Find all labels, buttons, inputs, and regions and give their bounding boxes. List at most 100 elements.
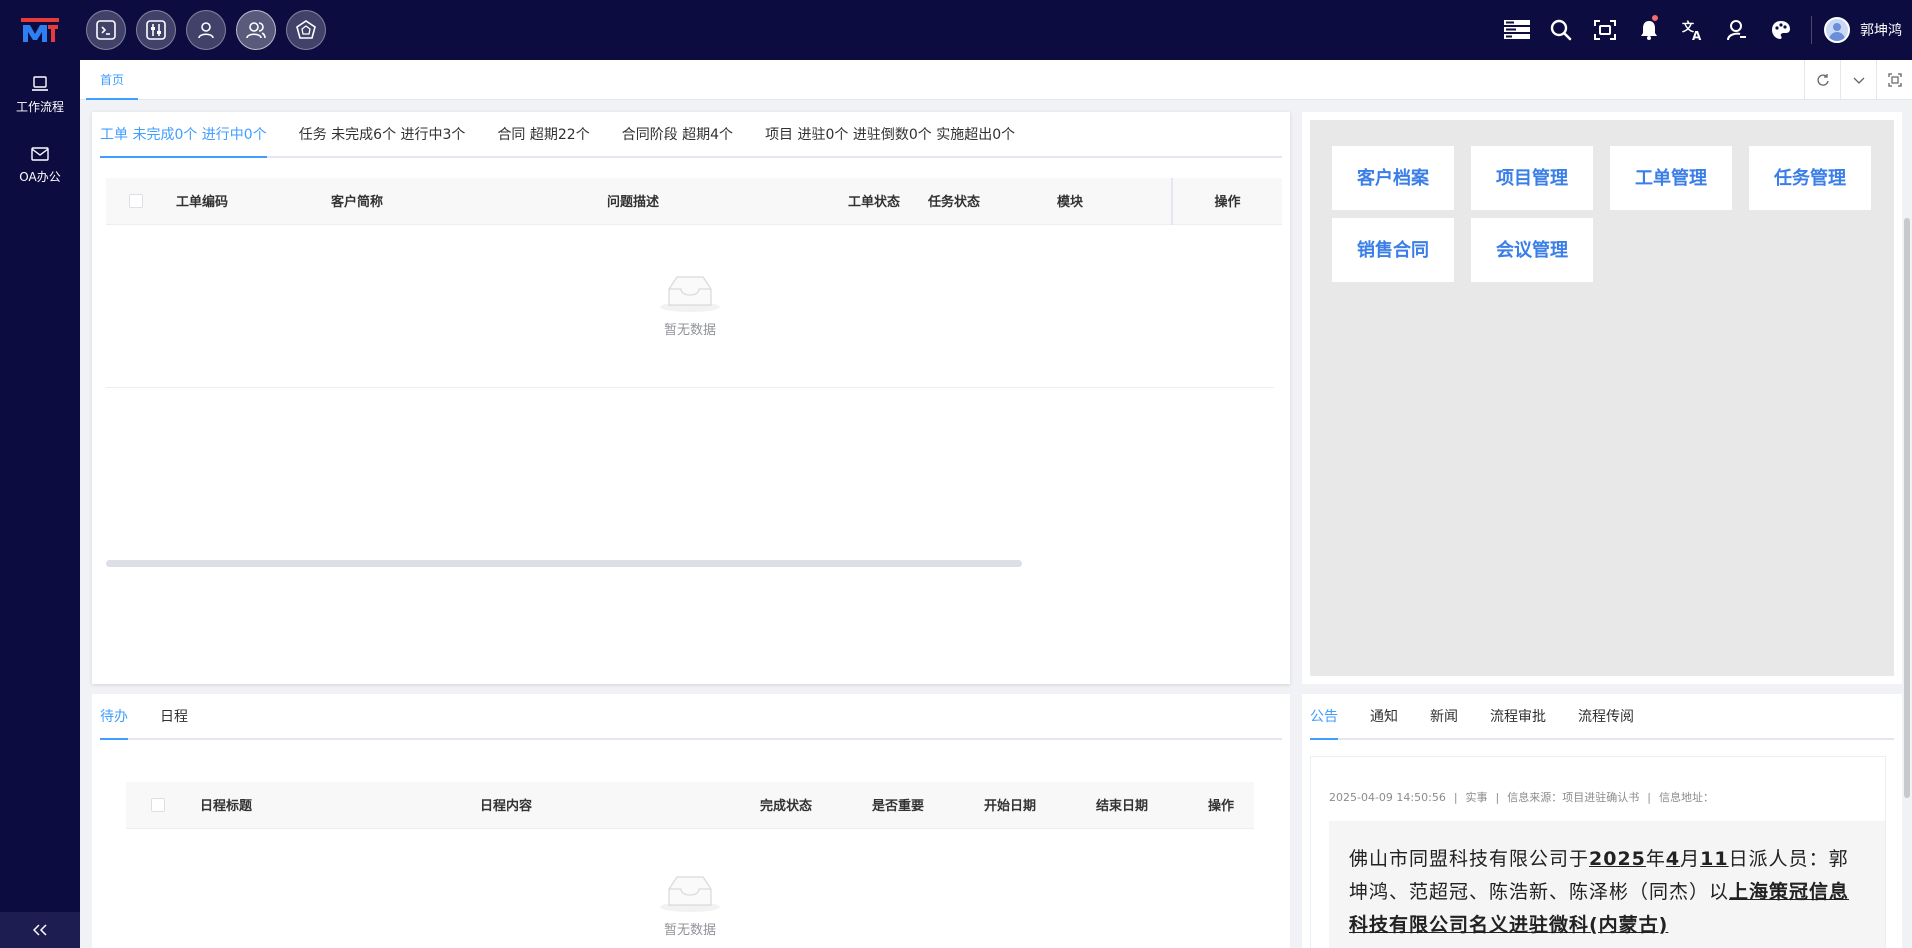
- todo-panel: 待办 日程 日程标题 日程内容 完成状态 是否重要 开始日期 结束日期 操作 暂…: [92, 694, 1290, 948]
- user-menu[interactable]: 郭坤鸿: [1824, 17, 1912, 43]
- expand-icon: [1887, 73, 1902, 87]
- tab-circulation[interactable]: 流程传阅: [1578, 694, 1634, 738]
- quick-links-grid: 客户档案 项目管理 工单管理 任务管理 销售合同 会议管理: [1310, 120, 1894, 676]
- profile-button[interactable]: [1715, 0, 1759, 60]
- notification-dot: [1651, 14, 1659, 22]
- column-header: 结束日期: [1086, 782, 1198, 829]
- work-tabs: 工单 未完成0个 进行中0个 任务 未完成6个 进行中3个 合同 超期22个 合…: [100, 112, 1282, 158]
- mail-icon: [31, 146, 49, 161]
- team-module-button[interactable]: [236, 10, 276, 50]
- tab-announcements[interactable]: 公告: [1310, 694, 1338, 740]
- page-scrollbar-thumb[interactable]: [1904, 218, 1910, 798]
- chart-module-button[interactable]: [286, 10, 326, 50]
- select-all-checkbox[interactable]: [129, 193, 143, 208]
- column-header: 模块: [1047, 178, 1172, 225]
- top-divider: [1811, 16, 1812, 44]
- tab-contracts[interactable]: 合同 超期22个: [497, 112, 589, 156]
- quick-link-sales-contracts[interactable]: 销售合同: [1332, 218, 1454, 282]
- schedule-table: 日程标题 日程内容 完成状态 是否重要 开始日期 结束日期 操作 暂无数据: [126, 782, 1254, 938]
- chevron-down-icon: [1853, 77, 1864, 84]
- tab-home[interactable]: 首页: [86, 60, 139, 100]
- search-button[interactable]: [1539, 0, 1583, 60]
- radar-chart-icon: [296, 20, 316, 39]
- sidebar-item-label: 工作流程: [15, 99, 64, 114]
- layout-button[interactable]: [1495, 0, 1539, 60]
- select-all-checkbox[interactable]: [151, 797, 165, 812]
- empty-inbox-icon: [660, 276, 720, 312]
- notice-type: 实事: [1465, 791, 1488, 804]
- quick-link-tasks[interactable]: 任务管理: [1749, 146, 1871, 210]
- notice-text: 月: [1680, 848, 1701, 870]
- column-header: 日程内容: [470, 782, 750, 829]
- quick-links-panel: 客户档案 项目管理 工单管理 任务管理 销售合同 会议管理: [1302, 112, 1902, 684]
- laptop-icon: [32, 75, 48, 91]
- column-header: 任务状态: [918, 178, 1047, 225]
- terminal-module-button[interactable]: [86, 10, 126, 50]
- empty-text: 暂无数据: [663, 323, 716, 338]
- sidebar-item-label: OA办公: [19, 169, 61, 184]
- todo-tabs: 待办 日程: [100, 694, 1282, 740]
- column-header: 操作: [1171, 178, 1282, 225]
- quick-link-meetings[interactable]: 会议管理: [1471, 218, 1593, 282]
- tab-work-orders[interactable]: 工单 未完成0个 进行中0个: [100, 112, 267, 158]
- tab-approvals[interactable]: 流程审批: [1490, 694, 1546, 738]
- language-button[interactable]: 文 A: [1671, 0, 1715, 60]
- work-order-panel: 工单 未完成0个 进行中0个 任务 未完成6个 进行中3个 合同 超期22个 合…: [92, 112, 1290, 684]
- work-order-table: 工单编码 客户简称 问题描述 工单状态 任务状态 模块 操作 暂无数据: [106, 178, 1282, 388]
- empty-text: 暂无数据: [663, 922, 716, 938]
- empty-state: 暂无数据: [126, 829, 1254, 938]
- sidebar-item-oa[interactable]: OA办公: [0, 130, 80, 200]
- theme-button[interactable]: [1759, 0, 1803, 60]
- sidebar-collapse-button[interactable]: [0, 912, 80, 948]
- users-icon: [246, 22, 266, 39]
- quick-link-customers[interactable]: 客户档案: [1332, 146, 1454, 210]
- tab-news[interactable]: 新闻: [1430, 694, 1458, 738]
- terminal-icon: [96, 20, 116, 40]
- tab-tasks[interactable]: 任务 未完成6个 进行中3个: [299, 112, 466, 156]
- user-name: 郭坤鸿: [1860, 23, 1902, 39]
- refresh-tab-button[interactable]: [1804, 60, 1840, 100]
- quick-link-projects[interactable]: 项目管理: [1471, 146, 1593, 210]
- column-header: 开始日期: [974, 782, 1086, 829]
- column-header: 操作: [1198, 782, 1254, 829]
- search-icon: [1550, 19, 1572, 41]
- svg-text:A: A: [1692, 29, 1702, 41]
- notification-button[interactable]: [1627, 0, 1671, 60]
- sidebar-item-workflow[interactable]: 工作流程: [0, 60, 80, 130]
- refresh-icon: [1816, 74, 1829, 86]
- horizontal-scrollbar[interactable]: [106, 560, 1022, 567]
- settings-module-button[interactable]: [136, 10, 176, 50]
- tab-projects[interactable]: 项目 进驻0个 进驻倒数0个 实施超出0个: [765, 112, 1015, 156]
- notice-month: 4: [1665, 848, 1681, 870]
- empty-state: 暂无数据: [106, 225, 1274, 388]
- column-header: 客户简称: [321, 178, 597, 225]
- notice-day: 11: [1700, 848, 1729, 870]
- palette-icon: [1772, 21, 1790, 39]
- select-all-column: [106, 178, 166, 225]
- notice-tabs: 公告 通知 新闻 流程审批 流程传阅: [1310, 694, 1894, 740]
- sliders-icon: [146, 20, 166, 40]
- double-chevron-left-icon: [33, 924, 47, 936]
- tab-notifications[interactable]: 通知: [1370, 694, 1398, 738]
- tab-contract-stages[interactable]: 合同阶段 超期4个: [622, 112, 733, 156]
- notice-source: 信息来源：项目进驻确认书: [1507, 791, 1640, 804]
- notice-text: 佛山市同盟科技有限公司于: [1349, 848, 1590, 870]
- tab-schedule[interactable]: 日程: [160, 694, 188, 738]
- tab-todo[interactable]: 待办: [100, 694, 128, 740]
- column-header: 完成状态: [750, 782, 862, 829]
- left-sidebar: 工作流程 OA办公: [0, 60, 80, 948]
- user-module-button[interactable]: [186, 10, 226, 50]
- app-logo[interactable]: [0, 0, 80, 60]
- empty-inbox-icon: [660, 875, 720, 912]
- bell-icon: [1641, 21, 1657, 40]
- maximize-button[interactable]: [1876, 60, 1912, 100]
- logo-icon: [21, 18, 59, 42]
- layout-icon: [1504, 20, 1530, 39]
- column-header: 工单状态: [838, 178, 918, 225]
- fullscreen-button[interactable]: [1583, 0, 1627, 60]
- notice-meta: 2025-04-09 14:50:56 | 实事 | 信息来源：项目进驻确认书 | 信息地址…: [1329, 791, 1714, 804]
- quick-link-work-orders[interactable]: 工单管理: [1610, 146, 1732, 210]
- notice-body: 佛山市同盟科技有限公司于2025年4月11日派人员：郭坤鸿、范超冠、陈浩新、陈泽…: [1329, 821, 1885, 948]
- select-all-column: [126, 782, 190, 829]
- tab-menu-button[interactable]: [1840, 60, 1876, 100]
